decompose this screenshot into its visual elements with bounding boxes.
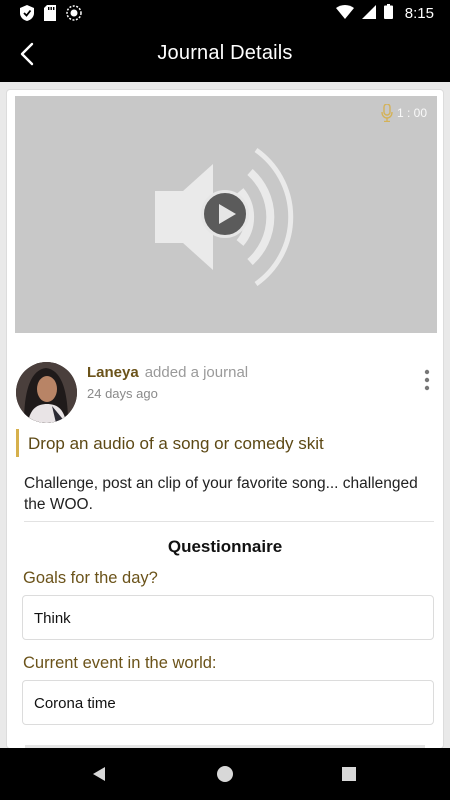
system-nav-bar bbox=[0, 748, 450, 800]
shield-icon bbox=[20, 5, 34, 26]
microphone-icon bbox=[381, 104, 393, 122]
status-bar: 8:15 bbox=[0, 0, 450, 26]
author-action: added a journal bbox=[144, 364, 249, 381]
author-line: Laneya added a journal bbox=[87, 364, 248, 381]
status-icons-right: 8:15 bbox=[335, 4, 434, 23]
nav-home-button[interactable] bbox=[217, 766, 233, 782]
author-row: Laneya added a journal 24 days ago bbox=[16, 362, 436, 424]
page-title: Journal Details bbox=[157, 42, 293, 64]
cell-signal-icon bbox=[361, 4, 376, 23]
answer-field: Think bbox=[22, 595, 434, 640]
journal-title: Drop an audio of a song or comedy skit bbox=[16, 429, 428, 457]
more-vertical-icon bbox=[424, 369, 430, 391]
divider bbox=[24, 521, 434, 522]
author-name[interactable]: Laneya bbox=[87, 364, 139, 381]
status-icons-left bbox=[20, 5, 82, 26]
sd-card-icon bbox=[44, 5, 56, 26]
questionnaire-heading: Questionnaire bbox=[167, 537, 283, 556]
journal-card: 1 : 00 Laneya added a journal 24 days ag… bbox=[6, 89, 444, 749]
sync-icon bbox=[66, 5, 82, 26]
duration-text: 1 : 00 bbox=[396, 106, 427, 120]
answer-field: Corona time bbox=[22, 680, 434, 725]
battery-icon bbox=[383, 4, 393, 23]
journal-body: Challenge, post an clip of your favorite… bbox=[24, 475, 418, 513]
more-options-button[interactable] bbox=[420, 368, 434, 392]
nav-back-button[interactable] bbox=[92, 766, 106, 787]
triangle-back-icon bbox=[93, 767, 105, 781]
status-time: 8:15 bbox=[404, 5, 434, 22]
app-bar: Journal Details bbox=[0, 26, 450, 82]
question-label: Current event in the world: bbox=[23, 654, 217, 672]
avatar[interactable] bbox=[16, 362, 77, 423]
audio-player[interactable]: 1 : 00 bbox=[15, 96, 437, 333]
play-icon bbox=[219, 204, 236, 224]
nav-recents-button[interactable] bbox=[342, 767, 356, 781]
play-button[interactable] bbox=[201, 190, 249, 238]
question-label: Goals for the day? bbox=[23, 569, 158, 587]
wifi-icon bbox=[335, 4, 354, 23]
audio-duration: 1 : 00 bbox=[381, 104, 427, 122]
post-time: 24 days ago bbox=[87, 386, 158, 401]
